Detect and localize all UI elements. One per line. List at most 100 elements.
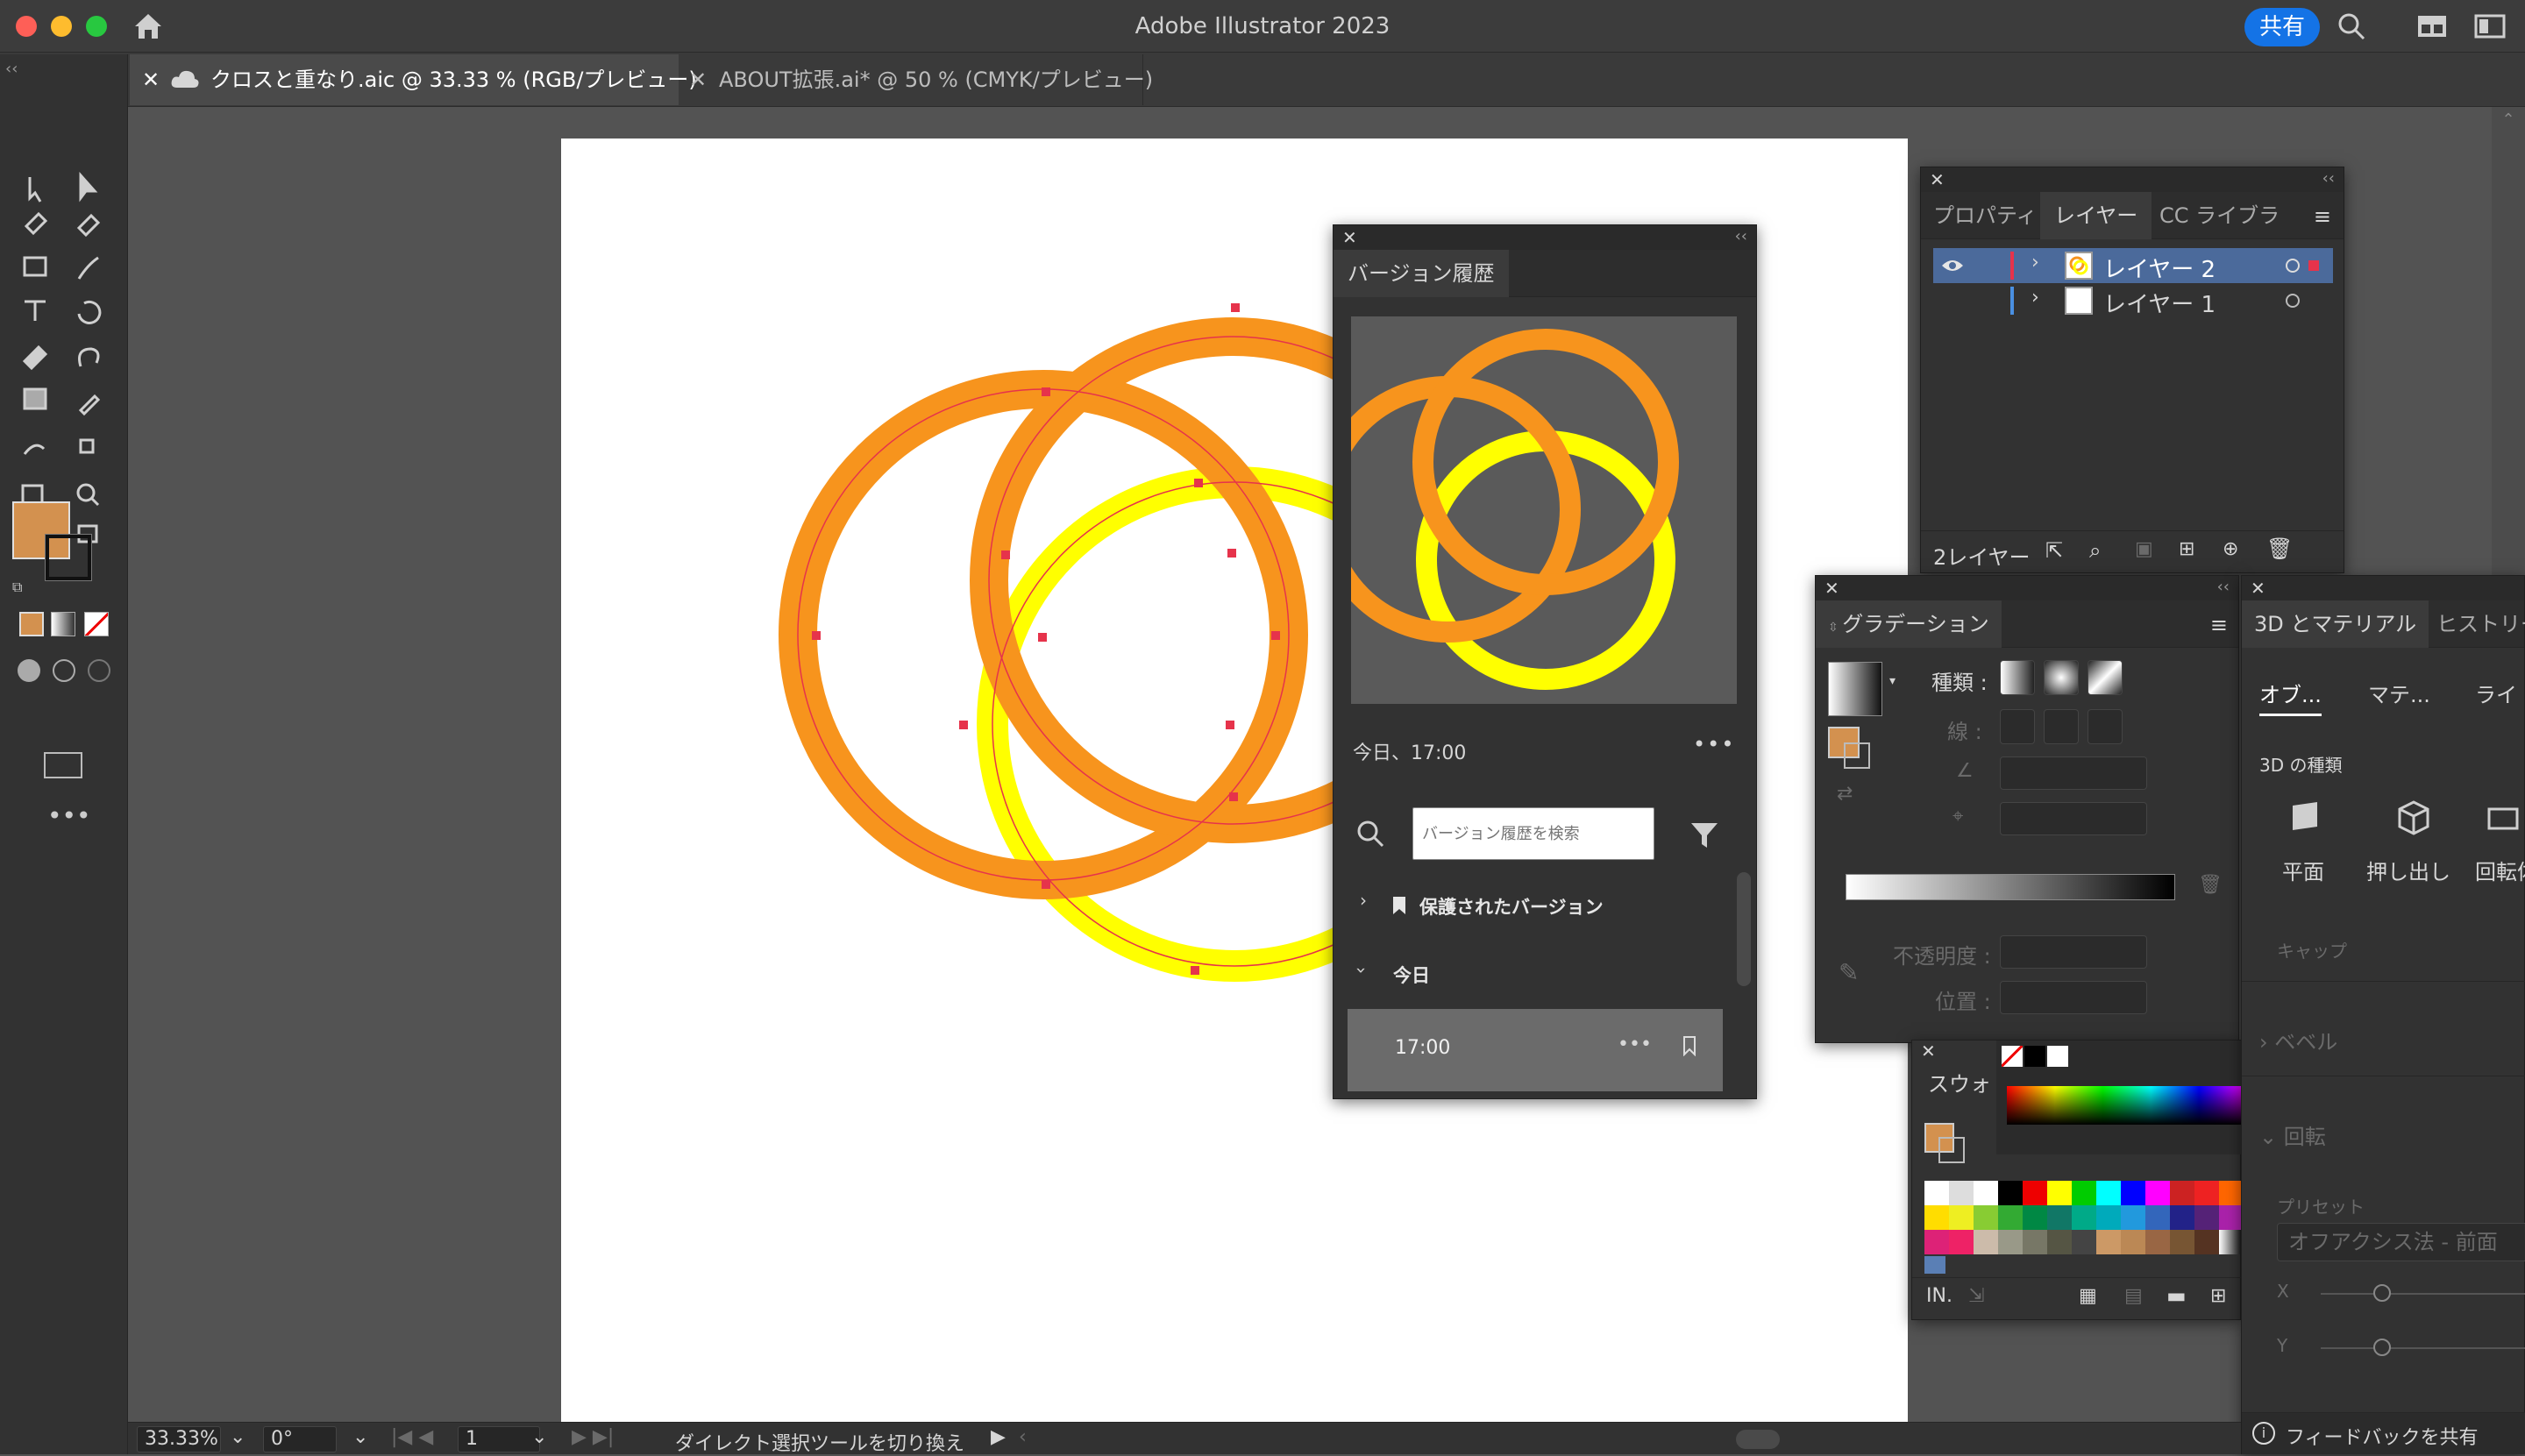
layer-row[interactable]: › レイヤー 1	[1933, 283, 2333, 318]
draw-inside-icon[interactable]	[88, 659, 110, 682]
create-layer-icon[interactable]: ⊕	[2223, 538, 2238, 560]
layer-row[interactable]: › レイヤー 2	[1933, 248, 2333, 283]
version-entry[interactable]: 17:00 •••	[1348, 1009, 1723, 1091]
tab-properties[interactable]: プロパティ	[1933, 192, 2038, 239]
tab-layers[interactable]: レイヤー	[2040, 192, 2152, 239]
new-swatch-icon[interactable]: ⊞	[2210, 1285, 2226, 1307]
swatch[interactable]	[1924, 1230, 1949, 1254]
location-field[interactable]	[2000, 981, 2147, 1014]
target-icon[interactable]	[2286, 294, 2300, 308]
tab-active-document[interactable]: ✕ クロスと重なり.aic @ 33.33 % (RGB/プレビュー)	[130, 54, 697, 105]
swatch[interactable]	[2047, 1205, 2072, 1230]
default-colors-icon[interactable]: ⧉	[12, 579, 22, 596]
gradient-presets-icon[interactable]: ▾	[1889, 674, 1896, 688]
plane-label[interactable]: 平面	[2282, 855, 2324, 885]
swatch[interactable]	[2072, 1230, 2096, 1254]
layer-name[interactable]: レイヤー 1	[2103, 287, 2216, 319]
swatch[interactable]	[2219, 1205, 2244, 1230]
white-swatch[interactable]	[2047, 1046, 2068, 1067]
first-artboard-icon[interactable]: |◀ ◀	[391, 1426, 433, 1448]
version-search-input[interactable]	[1412, 807, 1654, 860]
scroll-left-icon[interactable]: ‹	[1019, 1426, 1027, 1448]
radial-gradient-button[interactable]	[2044, 660, 2079, 695]
swatch[interactable]	[2219, 1230, 2244, 1254]
share-button[interactable]: 共有	[2244, 8, 2320, 46]
swatch-grid[interactable]	[1924, 1181, 2244, 1286]
rotation-field[interactable]: 0°	[263, 1426, 337, 1452]
selection-indicator[interactable]	[2308, 260, 2319, 271]
tab-inactive-document[interactable]: ✕ ABOUT拡張.ai* @ 50 % (CMYK/プレビュー)	[680, 54, 1153, 105]
close-panel-icon[interactable]: ✕	[1342, 227, 1357, 248]
close-panel-icon[interactable]: ✕	[2251, 578, 2265, 599]
color-mode-icon[interactable]	[19, 612, 44, 636]
swatch[interactable]	[2023, 1181, 2047, 1205]
extrude-icon[interactable]	[2394, 799, 2433, 837]
aspect-ratio-field[interactable]	[2000, 802, 2147, 835]
stroke-across-button[interactable]	[2088, 709, 2123, 744]
x-slider-track[interactable]	[2321, 1293, 2525, 1295]
draw-normal-icon[interactable]	[18, 659, 40, 682]
swatch[interactable]	[2194, 1205, 2219, 1230]
color-spectrum[interactable]	[2007, 1086, 2247, 1125]
delete-stop-icon[interactable]: 🗑	[2198, 874, 2223, 896]
tab-object[interactable]: オブ...	[2259, 678, 2322, 716]
stroke-within-button[interactable]	[2000, 709, 2035, 744]
collapse-panel-icon[interactable]: ‹‹	[1735, 227, 1747, 245]
gradient-stroke-swatch[interactable]	[1844, 742, 1870, 769]
tab-gradient[interactable]: ⇳ グラデーション	[1816, 600, 2002, 648]
stroke-color-swatch[interactable]	[45, 534, 92, 581]
swatch[interactable]	[1998, 1205, 2023, 1230]
swatch[interactable]	[1924, 1181, 1949, 1205]
entry-more-icon[interactable]: •••	[1618, 1033, 1652, 1055]
artboard-number-field[interactable]: 1	[458, 1426, 540, 1452]
create-sublayer-icon[interactable]: ⊞	[2179, 538, 2194, 560]
tab-version-history[interactable]: バージョン履歴	[1334, 250, 1509, 297]
swatch-stroke[interactable]	[1938, 1137, 1965, 1163]
swatch[interactable]	[1924, 1205, 1949, 1230]
layer-name[interactable]: レイヤー 2	[2103, 252, 2216, 284]
target-icon[interactable]	[2286, 259, 2300, 273]
search-icon[interactable]	[1355, 818, 1386, 849]
close-panel-icon[interactable]: ✕	[1930, 169, 1945, 190]
swatch[interactable]	[2121, 1230, 2145, 1254]
feedback-bar[interactable]: i フィードバックを共有	[2242, 1412, 2525, 1454]
swatch[interactable]	[1998, 1181, 2023, 1205]
zoom-dropdown-icon[interactable]: ⌄	[230, 1426, 245, 1448]
bevel-section[interactable]: › ベベル	[2259, 1025, 2337, 1055]
locate-object-icon[interactable]: ⌕	[2089, 538, 2101, 563]
visibility-eye-icon[interactable]	[1940, 257, 1965, 274]
none-swatch[interactable]	[2002, 1046, 2023, 1067]
swatch[interactable]	[2096, 1205, 2121, 1230]
gradient-thumbnail[interactable]	[1828, 662, 1882, 716]
swatch[interactable]	[1974, 1230, 1998, 1254]
artboard-dropdown-icon[interactable]: ⌄	[531, 1426, 547, 1448]
expand-chevron-icon[interactable]: ›	[1360, 890, 1367, 911]
y-slider-track[interactable]	[2321, 1347, 2525, 1349]
swatch[interactable]	[2194, 1230, 2219, 1254]
protected-versions-label[interactable]: 保護されたバージョン	[1419, 893, 1604, 920]
today-group-label[interactable]: 今日	[1393, 962, 1430, 988]
none-mode-icon[interactable]	[84, 612, 109, 636]
next-artboard-icon[interactable]: ▶ ▶|	[572, 1426, 614, 1448]
revolve-label[interactable]: 回転体	[2475, 855, 2525, 885]
x-slider-thumb[interactable]	[2373, 1284, 2391, 1302]
swatch[interactable]	[2145, 1205, 2170, 1230]
swatch[interactable]	[1949, 1181, 1974, 1205]
collapse-panel-icon[interactable]: ‹‹	[2322, 169, 2335, 188]
panel-menu-icon[interactable]: ≡	[2210, 613, 2228, 637]
close-panel-icon[interactable]: ✕	[1824, 578, 1839, 599]
rotate-section[interactable]: ⌄ 回転	[2259, 1119, 2326, 1150]
status-menu-icon[interactable]: ▶	[991, 1426, 1006, 1448]
swatch[interactable]	[1974, 1181, 1998, 1205]
feedback-label[interactable]: フィードバックを共有	[2286, 1422, 2479, 1450]
horizontal-scroll-thumb[interactable]	[1736, 1430, 1780, 1449]
tab-cc-libraries[interactable]: CC ライブラ	[2159, 192, 2280, 239]
scroll-up-icon[interactable]: ⌃	[2492, 110, 2525, 129]
panel-menu-icon[interactable]: ≡	[2314, 204, 2331, 229]
screen-mode-icon[interactable]	[44, 752, 82, 778]
export-icon[interactable]: ⇱	[2045, 538, 2063, 563]
swatch-group-icon[interactable]	[1924, 1256, 1945, 1274]
swatch[interactable]	[2194, 1181, 2219, 1205]
swatch[interactable]	[1974, 1205, 1998, 1230]
swatch[interactable]	[2023, 1205, 2047, 1230]
